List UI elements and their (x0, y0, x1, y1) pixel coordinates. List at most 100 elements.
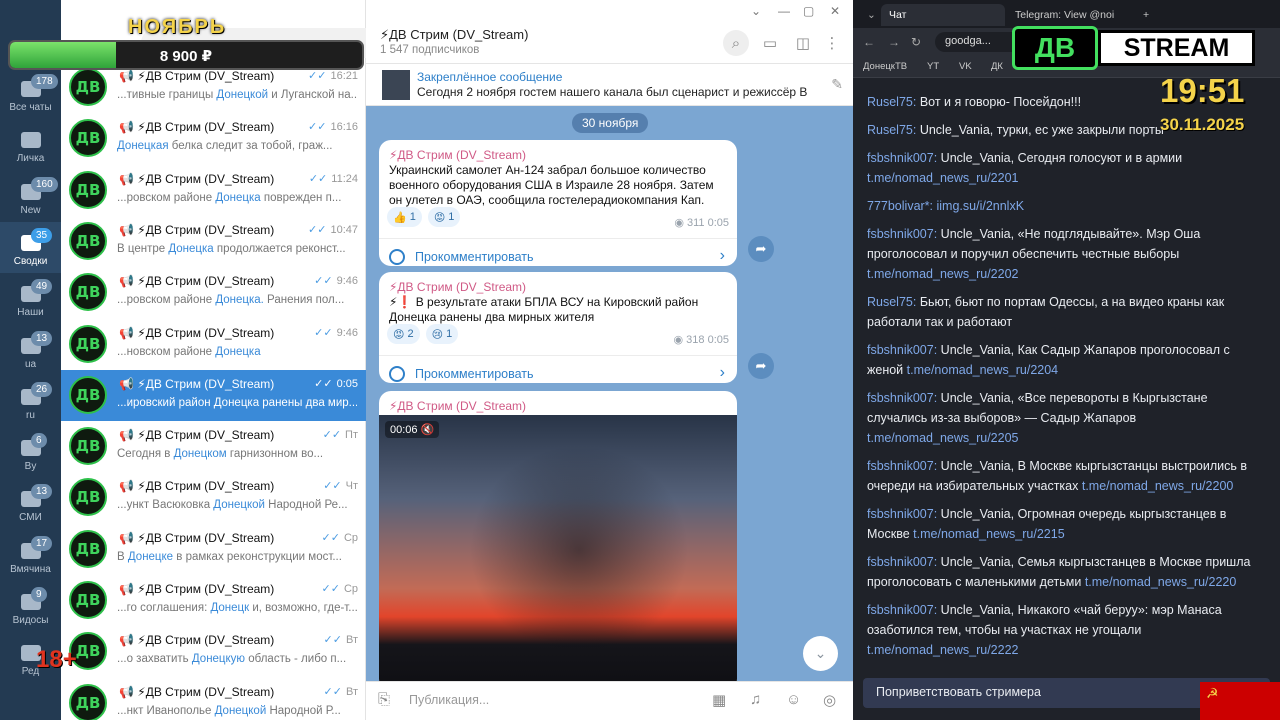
chat-username[interactable]: fsbshnik007: (867, 507, 937, 521)
reaction-chip[interactable]: 😡 2 (387, 324, 420, 344)
share-icon[interactable]: ➦ (748, 353, 774, 379)
bookmark-item[interactable]: Донецк (863, 61, 895, 72)
post-author[interactable]: ⚡ДВ Стрим (DV_Stream) (389, 280, 526, 294)
chat-username[interactable]: fsbshnik007: (867, 603, 937, 617)
chat-link[interactable]: t.me/nomad_news_ru/2205 (867, 431, 1018, 445)
view-count: 311 (686, 217, 705, 229)
chat-link[interactable]: t.me/nomad_news_ru/2202 (867, 267, 1018, 281)
minimize-chevron-icon[interactable]: ⌄ (751, 4, 761, 18)
chat-username[interactable]: Rusel75: (867, 295, 916, 309)
chat-link[interactable]: t.me/nomad_news_ru/2200 (1082, 479, 1233, 493)
folder-0[interactable]: 178 Все чаты (0, 68, 61, 119)
mute-icon[interactable]: 🔇 (418, 424, 435, 436)
chat-link[interactable]: t.me/nomad_news_ru/2201 (867, 171, 1018, 185)
folder-9[interactable]: 17 Вмячина (0, 530, 61, 581)
folder-7[interactable]: 6 By (0, 427, 61, 478)
reaction-chip[interactable]: 😢 1 (425, 324, 459, 344)
chat-username[interactable]: fsbshnik007: (867, 151, 937, 165)
post-author[interactable]: ⚡ДВ Стрим (DV_Stream) (389, 148, 526, 162)
pinned-message[interactable]: Закреплённое сообщение Сегодня 2 ноября … (366, 64, 853, 106)
folder-2[interactable]: 160 New (0, 171, 61, 222)
chat-link[interactable]: iimg.su/i/2nnlxK (937, 199, 1025, 213)
emoji-icon[interactable]: ☺ (786, 691, 801, 708)
chat-username[interactable]: Rusel75: (867, 95, 916, 109)
chat-username[interactable]: fsbshnik007: (867, 391, 937, 405)
sidebar-toggle-icon[interactable]: ◫ (790, 30, 816, 56)
tab-chat[interactable]: Чат (881, 4, 1005, 26)
bookmark-item[interactable]: YT (927, 61, 939, 72)
search-icon[interactable]: ⌕ (723, 30, 749, 56)
chat-text: Вот и я говорю- Посейдон!!! (919, 95, 1082, 109)
folder-8[interactable]: 13 СМИ (0, 478, 61, 529)
channel-avatar: ДВ (69, 529, 107, 568)
chat-link[interactable]: t.me/nomad_news_ru/2215 (913, 527, 1064, 541)
message-input[interactable]: Публикация... (409, 693, 489, 707)
reaction-count: 2 (407, 328, 414, 340)
chat-username[interactable]: fsbshnik007: (867, 555, 937, 569)
chat-list-item[interactable]: ДВ 📢 ⚡ДВ Стрим (DV_Stream) ✓✓ 9:46 ...ровско… (61, 267, 366, 318)
attach-icon[interactable]: ⎘ (378, 691, 390, 708)
notifications-icon[interactable]: ♫ (750, 691, 761, 708)
search-highlight: Донецка (215, 345, 261, 358)
folder-4[interactable]: 49 Наши (0, 273, 61, 324)
reaction-chip[interactable]: 😡 1 (427, 207, 461, 227)
reaction-emoji: 😡 (433, 211, 446, 224)
chat-list-item[interactable]: ДВ 📢 ⚡ДВ Стрим (DV_Stream) ✓✓ Вт ...о захват… (61, 626, 366, 677)
bot-command-icon[interactable]: ◎ (823, 691, 836, 709)
chat-username[interactable]: fsbshnik007: (867, 459, 937, 473)
more-options-icon[interactable]: ⋮ (819, 30, 845, 56)
close-icon[interactable]: ✕ (830, 4, 840, 18)
pinned-list-icon[interactable]: ✎ (831, 76, 843, 93)
chat-list-item[interactable]: ДВ 📢 ⚡ДВ Стрим (DV_Stream) ✓✓ Чт ...ункт Вас… (61, 472, 366, 523)
read-checkmark-icon: ✓✓ (322, 429, 342, 442)
chat-list-item[interactable]: ДВ 📢 ⚡ДВ Стрим (DV_Stream) ✓✓ Ср В Донецке в… (61, 524, 366, 575)
tab-telegram[interactable]: Telegram: View @noi (1007, 4, 1131, 26)
folder-6[interactable]: 26 ru (0, 376, 61, 427)
comment-icon (389, 249, 405, 265)
search-highlight: Донецка (213, 396, 260, 409)
back-icon[interactable]: ← (863, 35, 875, 49)
chat-list-item[interactable]: ДВ 📢 ⚡ДВ Стрим (DV_Stream) ✓✓ Ср ...го согла… (61, 575, 366, 626)
chat-name: 📢 ⚡ДВ Стрим (DV_Stream) (119, 222, 275, 237)
chat-link[interactable]: t.me/nomad_news_ru/2204 (907, 363, 1058, 377)
post-author[interactable]: ⚡ДВ Стрим (DV_Stream) (389, 399, 526, 413)
forward-icon[interactable]: → (888, 35, 900, 49)
chat-list-item[interactable]: ДВ 📢 ⚡ДВ Стрим (DV_Stream) ✓✓ 9:46 ...новско… (61, 319, 366, 370)
channel-post: ⚡ДВ Стрим (DV_Stream) Украинский самолет … (379, 140, 737, 266)
reload-icon[interactable]: ↻ (911, 35, 921, 49)
video-player[interactable]: 00:06 🔇 (379, 415, 737, 691)
chat-link[interactable]: t.me/nomad_news_ru/2220 (1085, 575, 1236, 589)
chat-username[interactable]: fsbshnik007: (867, 227, 937, 241)
folder-1[interactable]: Личка (0, 119, 61, 170)
bookmark-item[interactable]: ДК (991, 61, 1003, 72)
chat-list-item[interactable]: ДВ 📢 ⚡ДВ Стрим (DV_Stream) ✓✓ 16:16 Донецкая… (61, 113, 366, 164)
maximize-icon[interactable]: ▢ (803, 4, 814, 18)
chat-username[interactable]: Rusel75: (867, 123, 916, 137)
live-stream-icon[interactable]: ▭ (757, 30, 783, 56)
chat-username[interactable]: fsbshnik007: (867, 343, 937, 357)
chat-link[interactable]: t.me/nomad_news_ru/2222 (867, 643, 1018, 657)
chat-list-item[interactable]: ДВ 📢 ⚡ДВ Стрим (DV_Stream) ✓✓ Вт ...нкт Иван… (61, 678, 366, 720)
donation-goal-overlay: НОЯБРЬ 8 900 ₽ (8, 16, 364, 70)
bookmark-item[interactable]: VK (959, 61, 972, 72)
comment-button[interactable]: Прокомментировать (389, 249, 534, 265)
chat-name: 📢 ⚡ДВ Стрим (DV_Stream) (119, 69, 275, 83)
share-icon[interactable]: ➦ (748, 236, 774, 262)
bookmark-item[interactable]: ТВ (895, 61, 907, 72)
chat-list-item[interactable]: ДВ 📢 ⚡ДВ Стрим (DV_Stream) ✓✓ Пт Сегодня в Д… (61, 421, 366, 472)
chat-list-item[interactable]: ДВ 📢 ⚡ДВ Стрим (DV_Stream) ✓✓ 10:47 В центре… (61, 216, 366, 267)
folder-3[interactable]: 35 Сводки (0, 221, 61, 273)
folder-5[interactable]: 13 ua (0, 325, 61, 376)
channel-title[interactable]: ⚡ДВ Стрим (DV_Stream) (380, 27, 528, 43)
chat-list-item[interactable]: ДВ 📢 ⚡ДВ Стрим (DV_Stream) ✓✓ 11:24 ...ровск… (61, 165, 366, 216)
reaction-chip[interactable]: 👍 1 (387, 207, 422, 227)
scroll-down-icon[interactable]: ⌄ (803, 636, 838, 671)
schedule-icon[interactable]: ▦ (712, 691, 726, 709)
chat-username[interactable]: 777bolivar*: (867, 199, 933, 213)
folder-10[interactable]: 9 Видосы (0, 581, 61, 632)
chat-list-item[interactable]: ДВ 📢 ⚡ДВ Стрим (DV_Stream) ✓✓ 0:05 ...ировск… (61, 369, 366, 421)
new-tab-icon[interactable]: + (1135, 4, 1157, 26)
minimize-icon[interactable]: — (778, 4, 790, 18)
folder-badge: 26 (31, 381, 53, 397)
comment-button[interactable]: Прокомментировать (389, 366, 534, 382)
